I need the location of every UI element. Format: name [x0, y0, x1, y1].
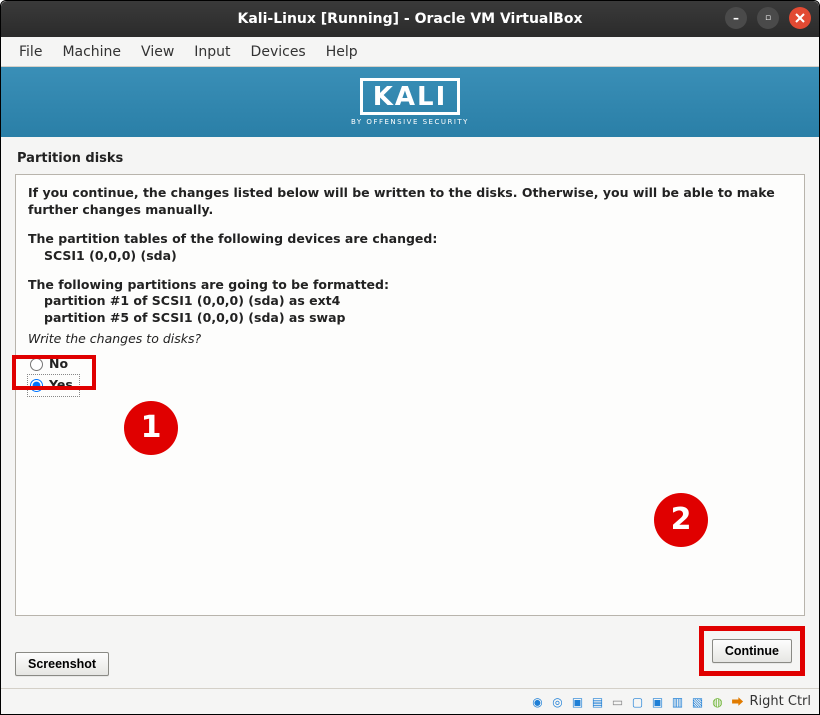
- kali-logo-subtext: BY OFFENSIVE SECURITY: [351, 118, 469, 126]
- shared-folders-icon[interactable]: ▭: [610, 694, 626, 710]
- continue-button[interactable]: Continue: [712, 639, 792, 663]
- radio-no-label: No: [49, 356, 68, 373]
- section-title: Partition disks: [15, 147, 805, 174]
- format-item-1: partition #1 of SCSI1 (0,0,0) (sda) as e…: [28, 293, 792, 310]
- network-icon[interactable]: ▣: [570, 694, 586, 710]
- display-icon[interactable]: ▢: [630, 694, 646, 710]
- minimize-button[interactable]: –: [725, 7, 747, 29]
- partition-panel: If you continue, the changes listed belo…: [15, 174, 805, 616]
- warning-text: If you continue, the changes listed belo…: [28, 185, 792, 219]
- kali-logo-text: KALI: [360, 78, 461, 116]
- screenshot-button[interactable]: Screenshot: [15, 652, 109, 676]
- write-question: Write the changes to disks?: [28, 331, 792, 348]
- maximize-button[interactable]: ▫: [757, 7, 779, 29]
- radio-yes-row[interactable]: Yes: [28, 375, 79, 396]
- audio-icon[interactable]: ▥: [670, 694, 686, 710]
- optical-icon[interactable]: ◎: [550, 694, 566, 710]
- kali-banner: KALI BY OFFENSIVE SECURITY: [1, 67, 819, 137]
- menu-view[interactable]: View: [133, 40, 182, 64]
- radio-no[interactable]: [30, 358, 43, 371]
- menu-file[interactable]: File: [11, 40, 50, 64]
- vm-window: Kali-Linux [Running] - Oracle VM Virtual…: [0, 0, 820, 715]
- radio-yes-label: Yes: [49, 377, 73, 394]
- format-item-2: partition #5 of SCSI1 (0,0,0) (sda) as s…: [28, 310, 792, 327]
- menu-input[interactable]: Input: [186, 40, 238, 64]
- menubar: File Machine View Input Devices Help: [1, 37, 819, 67]
- radio-no-row[interactable]: No: [28, 354, 792, 375]
- format-heading: The following partitions are going to be…: [28, 277, 792, 294]
- kali-logo: KALI BY OFFENSIVE SECURITY: [351, 78, 469, 127]
- window-title: Kali-Linux [Running] - Oracle VM Virtual…: [238, 11, 583, 27]
- tables-item: SCSI1 (0,0,0) (sda): [28, 248, 792, 265]
- button-row: Screenshot Continue: [15, 616, 805, 680]
- tables-heading: The partition tables of the following de…: [28, 231, 792, 248]
- arrow-icon[interactable]: ⮕: [730, 694, 746, 710]
- statusbar: ◉ ◎ ▣ ▤ ▭ ▢ ▣ ▥ ▧ ◍ ⮕ Right Ctrl: [1, 688, 819, 714]
- highlight-continue: Continue: [699, 626, 805, 676]
- installer-content: Partition disks If you continue, the cha…: [1, 137, 819, 688]
- mouse-icon[interactable]: ▧: [690, 694, 706, 710]
- window-controls: – ▫: [725, 7, 811, 29]
- menu-machine[interactable]: Machine: [54, 40, 129, 64]
- menu-help[interactable]: Help: [318, 40, 366, 64]
- titlebar: Kali-Linux [Running] - Oracle VM Virtual…: [1, 1, 819, 37]
- keyboard-icon[interactable]: ◍: [710, 694, 726, 710]
- hdd-icon[interactable]: ◉: [530, 694, 546, 710]
- recording-icon[interactable]: ▣: [650, 694, 666, 710]
- usb-icon[interactable]: ▤: [590, 694, 606, 710]
- menu-devices[interactable]: Devices: [243, 40, 314, 64]
- callout-2: 2: [654, 493, 708, 547]
- callout-1: 1: [124, 401, 178, 455]
- radio-yes[interactable]: [30, 379, 43, 392]
- host-key-label: Right Ctrl: [750, 694, 812, 709]
- close-button[interactable]: [789, 7, 811, 29]
